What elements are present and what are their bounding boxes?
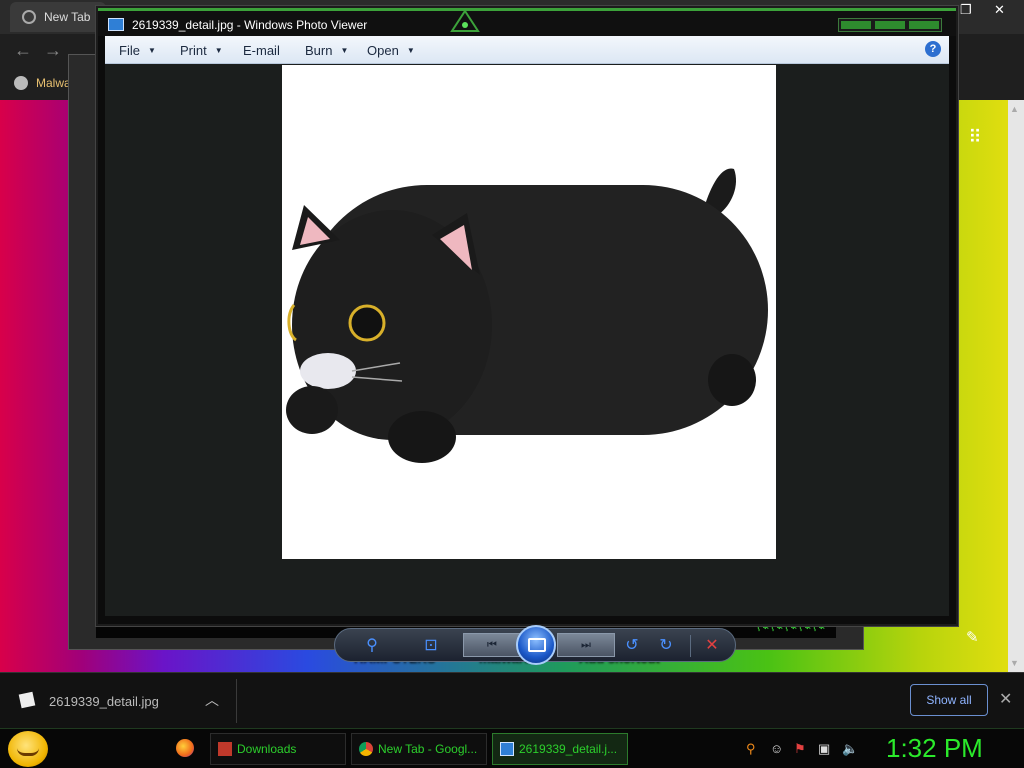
menu-open[interactable]: Open ▼ xyxy=(367,43,415,58)
back-icon[interactable]: ← xyxy=(14,40,32,61)
divider xyxy=(236,679,237,723)
taskbar-item-label: 2619339_detail.j... xyxy=(519,742,618,756)
help-icon[interactable]: ? xyxy=(925,41,941,57)
menu-email[interactable]: E-mail xyxy=(243,43,280,58)
close-button[interactable] xyxy=(909,21,939,29)
folder-icon xyxy=(218,742,232,756)
slideshow-icon xyxy=(528,638,546,652)
chevron-down-icon: ▼ xyxy=(406,46,415,55)
firefox-icon[interactable] xyxy=(176,739,194,757)
taskbar: Downloads New Tab - Googl... 2619339_det… xyxy=(0,728,1024,768)
network-icon[interactable]: ▣ xyxy=(818,741,830,757)
taskbar-item-photo-viewer[interactable]: 2619339_detail.j... xyxy=(492,733,628,765)
chrome-favicon-icon xyxy=(22,10,36,24)
scroll-up-icon[interactable]: ▲ xyxy=(1010,104,1019,114)
menu-file[interactable]: File ▼ xyxy=(119,43,156,58)
viewer-canvas: ⚲ ⊡ ⏮ ⏭ ↺ ↻ ✕ xyxy=(105,64,949,665)
photo-image xyxy=(282,65,776,559)
photo-viewer-window: 2619339_detail.jpg - Windows Photo Viewe… xyxy=(96,6,958,665)
photo-viewer-icon xyxy=(108,18,124,31)
slideshow-button[interactable] xyxy=(516,625,556,665)
maximize-button[interactable] xyxy=(875,21,905,29)
taskbar-item-downloads[interactable]: Downloads xyxy=(210,733,346,765)
scrollbar[interactable] xyxy=(1008,100,1024,672)
bookmark-item[interactable]: Malwa xyxy=(14,76,71,90)
apps-grid-icon[interactable]: ⠿ xyxy=(964,126,986,148)
action-center-flag-icon[interactable]: ⚑ xyxy=(794,741,806,757)
search-icon[interactable]: ⚲ xyxy=(746,741,756,757)
chevron-down-icon: ▼ xyxy=(214,46,223,55)
volume-icon[interactable]: 🔈 xyxy=(842,741,858,757)
smiley-icon xyxy=(17,748,39,756)
close-icon[interactable]: ✕ xyxy=(994,2,1005,18)
playback-controls: ⚲ ⊡ ⏮ ⏭ ↺ ↻ ✕ xyxy=(334,625,736,665)
scroll-down-icon[interactable]: ▼ xyxy=(1010,658,1019,668)
clock[interactable]: 1:32 PM xyxy=(886,733,983,764)
start-button[interactable] xyxy=(8,731,48,767)
forward-icon[interactable]: → xyxy=(44,40,62,61)
theme-ornament-icon xyxy=(450,9,480,32)
show-all-button[interactable]: Show all xyxy=(910,684,988,716)
menu-open-label: Open xyxy=(367,43,399,58)
menu-print-label: Print xyxy=(180,43,207,58)
downloads-shelf: 2619339_detail.jpg ︿ Show all ✕ xyxy=(0,672,1024,728)
customize-pencil-icon[interactable]: ✎ xyxy=(966,628,979,646)
menu-file-label: File xyxy=(119,43,140,58)
file-icon xyxy=(18,691,36,709)
chevron-down-icon: ▼ xyxy=(147,46,156,55)
menu-email-label: E-mail xyxy=(243,43,280,58)
chrome-tab[interactable]: New Tab xyxy=(10,2,106,32)
menu-print[interactable]: Print ▼ xyxy=(180,43,223,58)
viewer-title: 2619339_detail.jpg - Windows Photo Viewe… xyxy=(132,18,368,32)
close-shelf-icon[interactable]: ✕ xyxy=(999,689,1012,709)
actual-size-icon[interactable]: ⊡ xyxy=(420,635,442,657)
next-button[interactable]: ⏭ xyxy=(557,633,615,657)
taskbar-item-chrome[interactable]: New Tab - Googl... xyxy=(351,733,487,765)
window-controls xyxy=(838,18,942,32)
delete-icon[interactable]: ✕ xyxy=(701,635,723,657)
download-file-name[interactable]: 2619339_detail.jpg xyxy=(49,694,159,709)
viewer-titlebar[interactable]: 2619339_detail.jpg - Windows Photo Viewe… xyxy=(98,8,956,36)
globe-icon xyxy=(14,76,28,90)
menu-burn[interactable]: Burn ▼ xyxy=(305,43,348,58)
chrome-icon xyxy=(359,742,373,756)
menu-burn-label: Burn xyxy=(305,43,333,58)
previous-button[interactable]: ⏮ xyxy=(463,633,521,657)
zoom-icon[interactable]: ⚲ xyxy=(361,635,383,657)
taskbar-item-label: New Tab - Googl... xyxy=(378,742,478,756)
chevron-up-icon[interactable]: ︿ xyxy=(205,690,219,710)
chrome-tab-title: New Tab xyxy=(44,10,91,24)
separator xyxy=(690,635,691,657)
bookmark-label: Malwa xyxy=(36,76,71,90)
viewer-menubar: File ▼ Print ▼ E-mail Burn ▼ Open ▼ ? xyxy=(105,36,949,64)
minimize-button[interactable] xyxy=(841,21,871,29)
rotate-ccw-icon[interactable]: ↺ xyxy=(621,635,643,657)
chevron-down-icon: ▼ xyxy=(340,46,349,55)
restore-icon[interactable]: ❐ xyxy=(960,2,972,18)
taskbar-item-label: Downloads xyxy=(237,742,297,756)
smiley-tray-icon[interactable]: ☺ xyxy=(770,741,783,756)
rotate-cw-icon[interactable]: ↻ xyxy=(655,635,677,657)
photo-viewer-icon xyxy=(500,742,514,756)
